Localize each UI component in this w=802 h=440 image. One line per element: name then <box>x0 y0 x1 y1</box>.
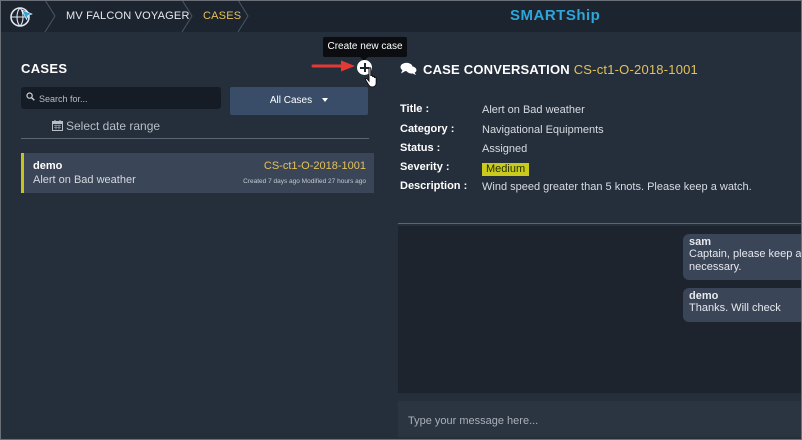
message-text: necessary. <box>689 261 742 273</box>
description-value: Wind speed greater than 5 knots. Please … <box>482 181 752 193</box>
conversation-title: CASE CONVERSATION <box>423 62 570 77</box>
severity-label: Severity : <box>400 161 450 173</box>
message-bubble: demo Thanks. Will check <box>683 288 802 322</box>
chevron-right-icon <box>237 0 249 32</box>
message-input[interactable] <box>406 411 790 431</box>
brand-logo: SMARTShip <box>510 7 601 24</box>
case-timestamps: Created 7 days ago Modified 27 hours ago <box>243 178 366 185</box>
conversation-heading: CASE CONVERSATION CS-ct1-O-2018-1001 <box>400 62 698 77</box>
caret-down-icon <box>322 98 329 103</box>
divider <box>21 138 369 139</box>
divider <box>398 223 802 224</box>
message-author: sam <box>689 236 712 248</box>
category-value: Navigational Equipments <box>482 124 604 136</box>
case-list-item[interactable]: demo CS-ct1-O-2018-1001 Alert on Bad wea… <box>21 153 374 193</box>
tooltip: Create new case <box>323 37 407 57</box>
case-subject: Alert on Bad weather <box>33 174 136 186</box>
chevron-right-icon <box>44 0 56 32</box>
search-input[interactable] <box>37 89 221 109</box>
case-author: demo <box>33 160 63 172</box>
status-value: Assigned <box>482 143 528 155</box>
case-id: CS-ct1-O-2018-1001 <box>263 160 366 172</box>
status-label: Status : <box>400 142 441 154</box>
message-composer <box>398 401 802 437</box>
title-value: Alert on Bad weather <box>482 104 585 116</box>
selected-indicator <box>21 153 24 193</box>
breadcrumb-vessel[interactable]: MV FALCON VOYAGER <box>66 0 190 32</box>
severity-badge: Medium <box>482 163 530 176</box>
case-filter-dropdown[interactable]: All Cases <box>230 87 368 115</box>
category-label: Category : <box>400 123 455 135</box>
search-field[interactable] <box>21 87 221 109</box>
date-range-label: Select date range <box>66 119 161 133</box>
search-icon <box>26 92 35 101</box>
chevron-right-icon <box>181 0 193 32</box>
message-text: Captain, please keep a c <box>689 248 802 260</box>
description-label: Description : <box>400 180 468 192</box>
case-filter-label: All Cases <box>269 95 313 106</box>
hand-cursor-icon <box>364 67 377 88</box>
breadcrumb-cases[interactable]: CASES <box>203 0 241 32</box>
arrow-annotation-icon <box>311 60 355 72</box>
calendar-icon <box>52 120 63 131</box>
message-thread: sam Captain, please keep a c necessary. … <box>398 226 802 393</box>
message-author: demo <box>689 290 719 302</box>
comments-icon <box>400 62 417 75</box>
title-label: Title : <box>400 103 430 115</box>
message-text: Thanks. Will check <box>689 302 781 314</box>
conversation-case-id: CS-ct1-O-2018-1001 <box>573 62 698 77</box>
message-bubble: sam Captain, please keep a c necessary. <box>683 234 802 280</box>
globe-cursor-icon[interactable] <box>8 4 36 28</box>
cases-title: CASES <box>21 61 68 76</box>
top-bar: MV FALCON VOYAGER CASES SMARTShip <box>0 0 802 32</box>
date-range-picker[interactable]: Select date range <box>52 119 160 133</box>
